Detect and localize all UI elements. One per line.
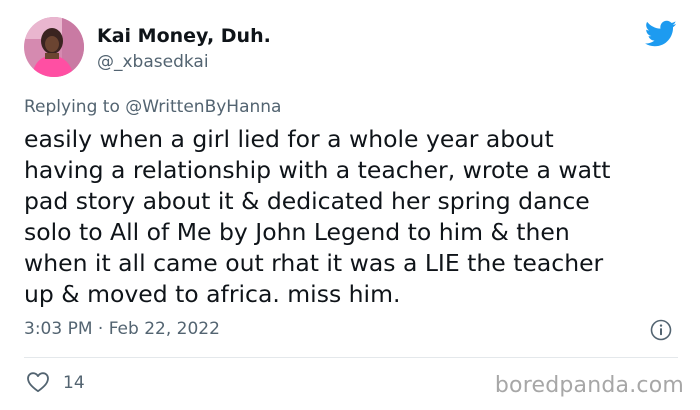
info-icon[interactable] [650, 319, 672, 341]
heart-icon[interactable] [26, 371, 50, 393]
watermark: boredpanda.com [494, 373, 684, 398]
display-name[interactable]: Kai Money, Duh. [97, 24, 271, 48]
reply-context: Replying to @WrittenByHanna [24, 96, 281, 118]
reply-prefix: Replying to [24, 97, 126, 117]
divider [24, 357, 678, 358]
reply-mention-link[interactable]: @WrittenByHanna [125, 97, 281, 117]
twitter-bird-icon[interactable] [644, 20, 677, 48]
tweet-card: Kai Money, Duh. @_xbasedkai Replying to … [0, 0, 700, 410]
avatar[interactable] [24, 17, 84, 77]
like-count[interactable]: 14 [63, 372, 85, 394]
tweet-text: easily when a girl lied for a whole year… [24, 125, 611, 308]
user-handle[interactable]: @_xbasedkai [97, 51, 209, 73]
tweet-timestamp[interactable]: 3:03 PM · Feb 22, 2022 [24, 318, 220, 340]
